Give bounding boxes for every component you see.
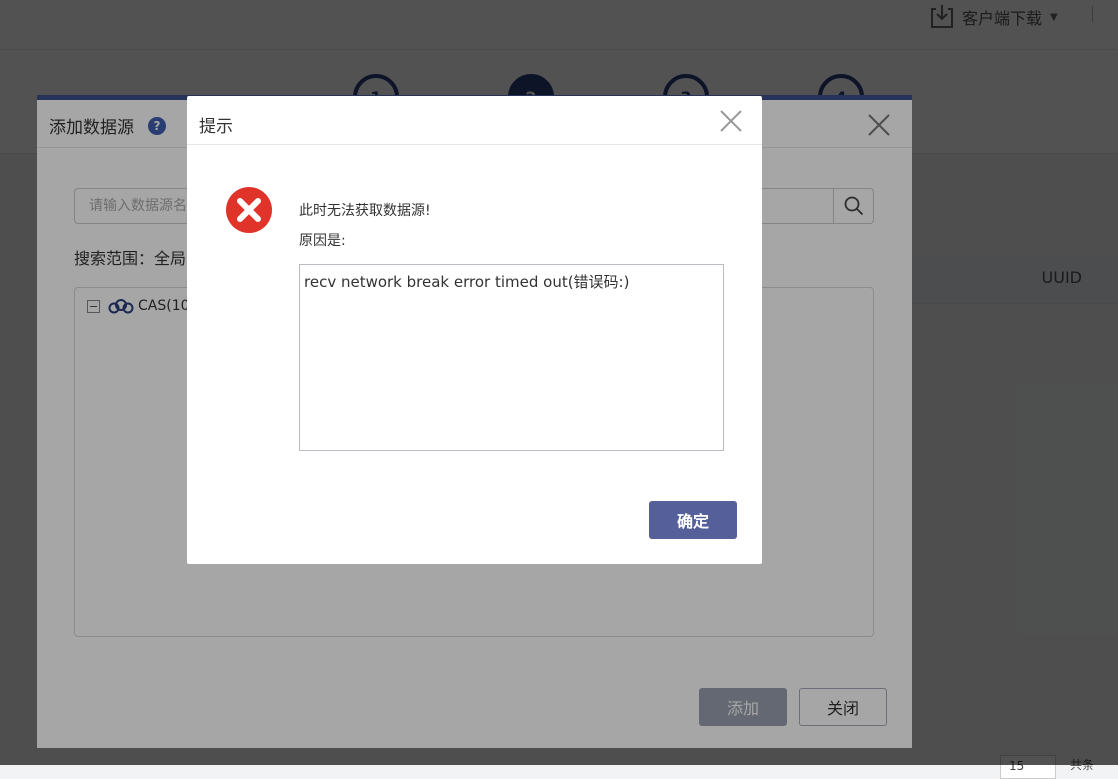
error-detail-textarea[interactable]: recv network break error timed out(错误码:) [299,264,724,451]
alert-dialog: 提示 此时无法获取数据源! 原因是: recv network break er… [187,96,762,564]
dialog-title: 提示 [199,117,233,137]
divider [187,144,762,145]
error-icon [226,187,272,233]
close-icon[interactable] [718,108,744,134]
error-message: 此时无法获取数据源! [299,203,431,219]
reason-label: 原因是: [299,233,346,249]
confirm-button[interactable]: 确定 [649,501,737,539]
